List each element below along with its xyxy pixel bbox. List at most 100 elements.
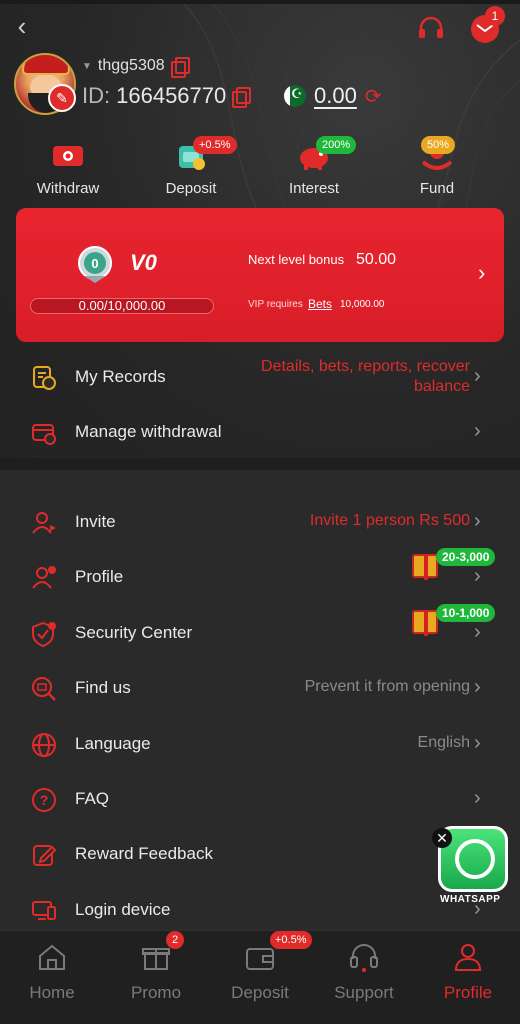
fund-label: Fund xyxy=(419,180,455,197)
refresh-icon[interactable]: ⟳ xyxy=(365,84,382,109)
profile-reward-badge: 20-3,000 xyxy=(412,548,502,580)
headset-icon[interactable] xyxy=(416,14,446,44)
security-center-row[interactable]: Security Center 10-1,000 › xyxy=(0,604,520,658)
caret-down-icon: ▼ xyxy=(82,60,92,72)
find-us-label: Find us xyxy=(75,678,131,697)
interest-label: Interest xyxy=(288,180,340,197)
chevron-right-icon: › xyxy=(474,510,481,532)
devices-icon xyxy=(30,897,58,925)
withdraw-action[interactable]: Withdraw xyxy=(16,140,120,197)
profile-edit-icon xyxy=(30,564,58,592)
headset-icon xyxy=(348,941,380,973)
deposit-action[interactable]: +0.5% Deposit xyxy=(139,136,243,197)
gift-icon xyxy=(412,554,438,580)
globe-icon xyxy=(30,731,58,759)
find-us-icon xyxy=(30,675,58,703)
login-device-label: Login device xyxy=(75,900,171,919)
nav-promo[interactable]: 2 Promo xyxy=(104,931,208,1024)
faq-label: FAQ xyxy=(75,789,110,808)
back-button[interactable]: ‹ xyxy=(8,12,36,40)
vip-level: V0 xyxy=(130,250,157,275)
language-row[interactable]: Language English › xyxy=(0,719,520,769)
manage-withdrawal-label: Manage withdrawal xyxy=(75,422,222,441)
next-level-bonus-label: Next level bonus xyxy=(248,252,345,267)
records-icon xyxy=(30,364,58,392)
question-icon: ? xyxy=(30,786,58,814)
language-label: Language xyxy=(75,734,151,753)
user-id-row: ID: 166456770 xyxy=(82,82,252,110)
bottom-nav: Home 2 Promo +0.5% Deposit Support Profi… xyxy=(0,930,520,1024)
nav-deposit-label: Deposit xyxy=(231,983,289,1002)
nav-home[interactable]: Home xyxy=(0,931,104,1024)
security-reward-amount: 10-1,000 xyxy=(436,604,496,622)
id-label: ID: xyxy=(82,83,111,108)
copy-id-icon[interactable] xyxy=(232,87,252,108)
next-level-bonus-value: 50.00 xyxy=(356,251,397,268)
vip-requires-label: VIP requires xyxy=(248,299,303,310)
edit-note-icon xyxy=(30,841,58,869)
vip-progress-text: 0.00/10,000.00 xyxy=(78,298,166,313)
withdraw-icon xyxy=(48,140,88,172)
invite-row[interactable]: Invite Invite 1 person Rs 500 › xyxy=(0,497,520,547)
section-divider xyxy=(0,458,520,470)
nav-support[interactable]: Support xyxy=(312,931,416,1024)
quick-actions: Withdraw +0.5% Deposit 200% Interest 50%… xyxy=(0,136,520,204)
close-icon[interactable]: ✕ xyxy=(432,828,452,848)
svg-text:?: ? xyxy=(40,792,49,808)
balance-row: 0.00 ⟳ xyxy=(284,82,382,110)
nav-deposit[interactable]: +0.5% Deposit xyxy=(208,931,312,1024)
profile-row[interactable]: Profile 20-3,000 › xyxy=(0,548,520,602)
chevron-right-icon: › xyxy=(474,787,481,809)
chevron-right-icon: › xyxy=(474,420,481,442)
nav-support-label: Support xyxy=(334,983,394,1002)
chevron-right-icon: › xyxy=(478,260,486,285)
chevron-right-icon: › xyxy=(474,732,481,754)
nav-profile-label: Profile xyxy=(443,983,493,1002)
nav-profile[interactable]: Profile xyxy=(416,931,520,1024)
home-icon xyxy=(36,941,68,973)
manage-withdrawal-row[interactable]: Manage withdrawal › xyxy=(0,407,520,457)
pakistan-flag-icon xyxy=(284,85,306,107)
mail-badge: 1 xyxy=(485,6,505,26)
vip-card[interactable]: 0 V0 0.00/10,000.00 Next level bonus 50.… xyxy=(16,208,504,342)
user-icon xyxy=(452,941,484,973)
fund-badge: 50% xyxy=(421,136,456,154)
card-settings-icon xyxy=(30,419,58,447)
deposit-badge: +0.5% xyxy=(193,136,237,154)
my-records-value: Details, bets, reports, recover balance xyxy=(261,357,470,397)
vip-bets-link[interactable]: Bets xyxy=(308,297,332,311)
chevron-right-icon: › xyxy=(474,565,481,587)
profile-reward-amount: 20-3,000 xyxy=(436,548,496,566)
deposit-nav-badge: +0.5% xyxy=(270,931,312,949)
copy-username-icon[interactable] xyxy=(170,57,190,78)
my-records-row[interactable]: My Records Details, bets, reports, recov… xyxy=(0,352,520,402)
edit-avatar-icon[interactable]: ✎ xyxy=(48,84,76,112)
my-records-value-line1: Details, bets, reports, recover xyxy=(261,358,470,375)
id-value: 166456770 xyxy=(116,83,227,108)
security-reward-badge: 10-1,000 xyxy=(412,604,502,636)
shield-icon xyxy=(30,620,58,648)
gift-icon xyxy=(412,610,438,636)
vip-medal-level: 0 xyxy=(91,256,98,271)
interest-action[interactable]: 200% Interest xyxy=(262,136,366,197)
whatsapp-floating-button[interactable]: WHATSAPP ✕ xyxy=(432,826,512,910)
status-strip xyxy=(0,0,520,4)
nav-promo-label: Promo xyxy=(130,983,182,1002)
faq-row[interactable]: ? FAQ › xyxy=(0,774,520,824)
whatsapp-label: WHATSAPP xyxy=(440,894,501,905)
vip-progress-bar: 0.00/10,000.00 xyxy=(30,298,214,314)
reward-feedback-label: Reward Feedback xyxy=(75,844,213,863)
chevron-right-icon: › xyxy=(474,621,481,643)
find-us-value: Prevent it from opening xyxy=(304,678,470,695)
language-value: English xyxy=(417,734,470,751)
my-records-label: My Records xyxy=(75,367,166,386)
fund-action[interactable]: 50% Fund xyxy=(385,136,489,197)
withdraw-label: Withdraw xyxy=(36,180,100,197)
find-us-row[interactable]: Find us Prevent it from opening › xyxy=(0,663,520,713)
invite-value: Invite 1 person Rs 500 xyxy=(309,512,470,529)
nav-home-label: Home xyxy=(29,983,75,1002)
vip-requires-value: 10,000.00 xyxy=(340,299,385,310)
balance-value[interactable]: 0.00 xyxy=(314,83,357,109)
my-records-value-line2: balance xyxy=(413,378,470,395)
vip-medal-icon: 0 xyxy=(78,246,112,284)
